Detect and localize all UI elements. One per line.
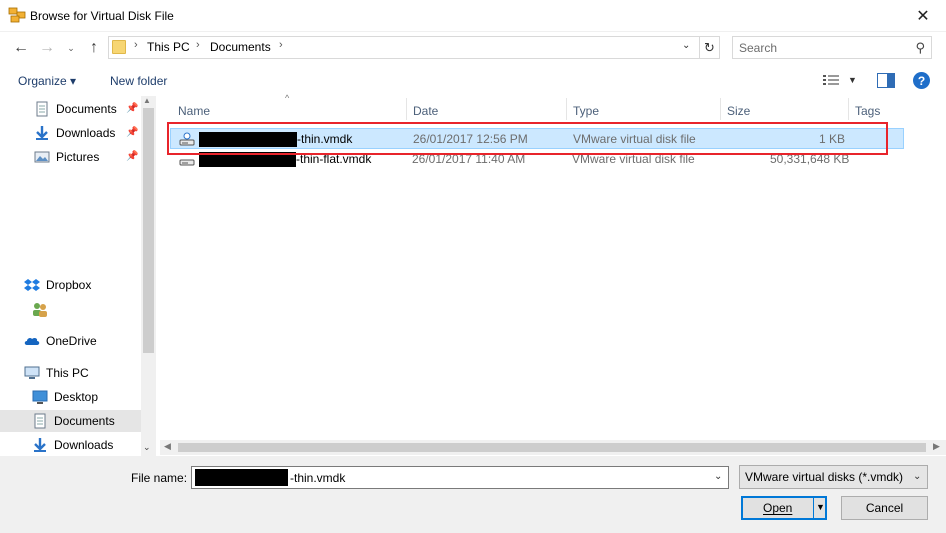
split-divider (813, 498, 814, 518)
close-button[interactable]: ✕ (900, 0, 946, 32)
vmware-app-icon (8, 7, 26, 23)
column-divider[interactable] (566, 98, 567, 120)
file-name-input[interactable] (290, 470, 690, 486)
file-type-dropdown-chevron-icon[interactable]: ⌄ (913, 471, 921, 482)
column-header-tags[interactable]: Tags (855, 104, 880, 118)
nav-item-shared[interactable] (0, 298, 141, 320)
nav-item-label: Downloads (56, 126, 116, 140)
nav-item-label: OneDrive (46, 334, 97, 348)
nav-item-label: Dropbox (46, 278, 92, 292)
dropbox-icon (24, 279, 40, 291)
nav-item-label: This PC (46, 366, 89, 380)
view-details-icon[interactable] (822, 74, 840, 88)
sort-ascending-icon: ^ (285, 93, 290, 103)
column-header-name[interactable]: Name (178, 104, 210, 118)
scroll-up-chevron-icon[interactable]: ▲ (143, 96, 151, 105)
column-divider[interactable] (406, 98, 407, 120)
pin-icon: 📌 (126, 151, 139, 162)
downloads-icon (34, 438, 46, 452)
address-dropdown-chevron-icon[interactable]: ⌄ (682, 40, 690, 51)
cancel-button-label: Cancel (865, 501, 904, 515)
redacted-filename-block (195, 469, 288, 486)
navigation-pane: Documents 📌 Downloads 📌 Pictures 📌 Dropb… (0, 96, 156, 456)
view-dropdown-chevron-icon[interactable]: ▼ (848, 75, 857, 85)
open-options-dropdown-icon[interactable]: ▼ (816, 502, 825, 512)
nav-item-label: Documents (54, 414, 115, 428)
documents-icon (36, 101, 48, 117)
open-button-label: Open (763, 501, 793, 515)
window-title: Browse for Virtual Disk File (30, 9, 174, 23)
search-input[interactable] (739, 40, 909, 56)
breadcrumb-this-pc[interactable]: This PC (147, 40, 190, 54)
preview-pane-icon[interactable] (877, 73, 895, 88)
shared-users-icon (33, 303, 47, 317)
open-button[interactable]: Open ▼ (741, 496, 827, 520)
nav-item-label: Pictures (56, 150, 100, 164)
refresh-icon[interactable]: ↻ (700, 36, 720, 59)
new-folder-button[interactable]: New folder (110, 74, 167, 88)
horizontal-scrollbar-thumb[interactable] (178, 443, 926, 452)
nav-item-dropbox[interactable]: Dropbox (0, 274, 141, 296)
nav-item-desktop[interactable]: Desktop (0, 386, 141, 408)
cancel-button[interactable]: Cancel (841, 496, 928, 520)
computer-icon (24, 366, 40, 379)
downloads-icon (36, 126, 48, 140)
column-divider[interactable] (720, 98, 721, 120)
breadcrumb-separator-icon[interactable]: › (279, 39, 283, 51)
pin-icon: 📌 (126, 127, 139, 138)
nav-item-label: Documents (56, 102, 117, 116)
nav-item-documents-quick[interactable]: Documents (0, 98, 141, 120)
pin-icon: 📌 (126, 103, 139, 114)
folder-icon (112, 40, 126, 54)
file-name-dropdown-chevron-icon[interactable]: ⌄ (714, 471, 722, 482)
nav-item-downloads-quick[interactable]: Downloads (0, 122, 141, 144)
back-arrow-icon[interactable]: ← (10, 37, 32, 59)
scroll-down-chevron-icon[interactable]: ⌄ (143, 442, 151, 453)
nav-scrollbar-thumb[interactable] (143, 108, 154, 353)
search-box[interactable]: ⚲ (732, 36, 932, 59)
pictures-icon (34, 151, 50, 163)
nav-item-label: Desktop (54, 390, 99, 404)
column-divider[interactable] (848, 98, 849, 120)
search-icon[interactable]: ⚲ (915, 40, 925, 56)
file-type-selected-value: VMware virtual disks (*.vmdk) (745, 470, 904, 484)
file-name-label: File name: (131, 471, 188, 485)
nav-item-onedrive[interactable]: OneDrive (0, 330, 141, 352)
organize-button[interactable]: Organize ▾ (18, 74, 76, 88)
help-icon[interactable]: ? (913, 72, 930, 89)
nav-item-downloads[interactable]: Downloads (0, 434, 141, 456)
onedrive-icon (24, 337, 40, 345)
documents-icon (34, 413, 46, 429)
column-header-size[interactable]: Size (727, 104, 750, 118)
up-arrow-icon[interactable]: ↑ (84, 37, 104, 59)
annotation-highlight-box (167, 122, 888, 155)
recent-locations-chevron-icon[interactable]: ⌄ (64, 40, 78, 56)
nav-item-documents-selected[interactable]: Documents (0, 410, 141, 432)
nav-item-pictures-quick[interactable]: Pictures (0, 146, 141, 168)
breadcrumb-separator-icon: › (134, 39, 138, 51)
nav-item-this-pc[interactable]: This PC (0, 362, 141, 384)
scroll-right-chevron-icon[interactable]: ▶ (933, 441, 940, 452)
breadcrumb-separator-icon[interactable]: › (196, 39, 200, 51)
column-header-type[interactable]: Type (573, 104, 599, 118)
breadcrumb-documents[interactable]: Documents (210, 40, 271, 54)
close-icon: ✕ (916, 8, 930, 25)
desktop-icon (32, 390, 48, 404)
scroll-left-chevron-icon[interactable]: ◀ (164, 441, 171, 452)
file-type-select[interactable]: VMware virtual disks (*.vmdk) (739, 465, 928, 489)
nav-item-label: Downloads (54, 438, 114, 452)
column-header-date[interactable]: Date (413, 104, 438, 118)
forward-arrow-icon[interactable]: → (36, 37, 58, 59)
